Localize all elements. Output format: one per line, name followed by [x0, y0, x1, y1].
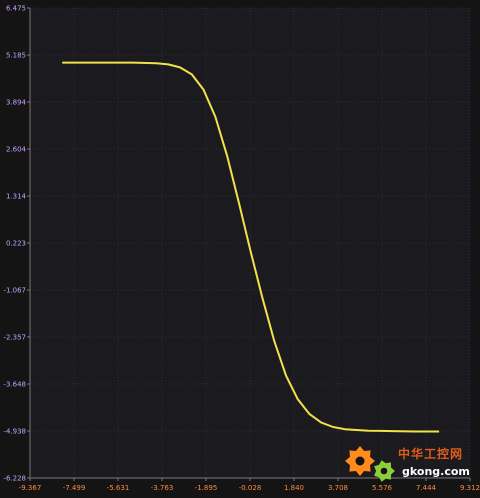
- x-tick-label: -9.367: [19, 484, 42, 492]
- y-tick-label: -4.938: [3, 428, 26, 436]
- x-tick-label: -0.028: [239, 484, 262, 492]
- gear-hole: [380, 467, 388, 475]
- y-tick-label: 6.475: [6, 5, 26, 13]
- gear-icon: [345, 446, 395, 482]
- y-tick-label: 1.314: [6, 193, 27, 201]
- y-tick-label: 3.894: [6, 99, 27, 107]
- y-tick-label: -3.648: [3, 381, 26, 389]
- y-tick-label: -2.357: [3, 334, 26, 342]
- x-tick-label: -1.895: [195, 484, 218, 492]
- watermark-brand: 中华工控网: [398, 447, 464, 461]
- y-tick-label: 0.223: [6, 240, 26, 248]
- y-tick-label: -1.067: [3, 287, 26, 295]
- gear-hole: [355, 456, 365, 466]
- x-tick-label: -5.631: [107, 484, 130, 492]
- plot-frame: 6.475 5.185 3.894 2.604 1.314 0.223 -1.067 -2.3…: [0, 0, 480, 498]
- x-tick-label: 1.840: [284, 484, 304, 492]
- y-tick-label: 5.185: [6, 52, 26, 60]
- chart: 6.475 5.185 3.894 2.604 1.314 0.223 -1.067 -2.3…: [3, 5, 480, 493]
- y-tick-label: 2.604: [6, 146, 27, 154]
- x-tick-label: -7.499: [63, 484, 86, 492]
- x-tick-label: -3.763: [151, 484, 174, 492]
- y-tick-label: -6.228: [3, 475, 26, 483]
- watermark: 中华工控网 gkong.com: [340, 443, 472, 487]
- watermark-site: gkong.com: [402, 465, 470, 478]
